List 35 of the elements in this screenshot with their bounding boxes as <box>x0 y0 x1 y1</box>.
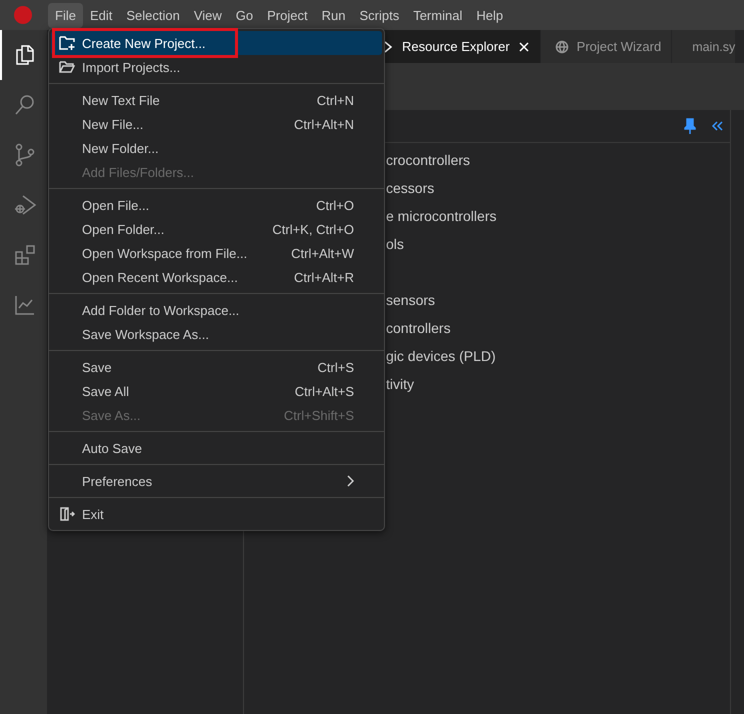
menu-bar-item[interactable]: Project <box>260 2 315 28</box>
menu-item[interactable]: New Folder... <box>51 136 382 160</box>
tree-item[interactable]: cessors <box>386 174 434 202</box>
menu-item[interactable]: Exit <box>51 502 382 526</box>
menu-item[interactable]: Preferences <box>51 469 382 493</box>
menu-bar-item[interactable]: View <box>186 2 229 28</box>
menu-item[interactable]: Save Ctrl+S <box>51 355 382 379</box>
menu-bar-item[interactable]: Terminal <box>406 2 470 28</box>
tree-item[interactable]: gic devices (PLD) <box>386 342 496 370</box>
menu-bar-item[interactable]: Scripts <box>352 2 406 28</box>
menu-bar-item[interactable]: Run <box>314 2 352 28</box>
menu-item[interactable]: Open Folder... Ctrl+K, Ctrl+O <box>51 217 382 241</box>
menu-item[interactable]: New Text File Ctrl+N <box>51 88 382 112</box>
menu-item[interactable]: Save Workspace As... <box>51 322 382 346</box>
tree-item[interactable]: controllers <box>386 314 451 342</box>
editor-tab[interactable]: Project Wizard <box>540 30 672 63</box>
menu-item[interactable]: Open Workspace from File... Ctrl+Alt+W <box>51 241 382 265</box>
tree-item[interactable]: e microcontrollers <box>386 202 496 230</box>
menu-bar-item[interactable]: Go <box>228 2 260 28</box>
menu-bar-item[interactable]: Selection <box>119 2 187 28</box>
menu-item[interactable]: Open File... Ctrl+O <box>51 193 382 217</box>
menu-item[interactable]: Auto Save <box>51 436 382 460</box>
menu-item[interactable]: Create New Project... <box>51 31 382 55</box>
tree-item[interactable]: crocontrollers <box>386 146 470 174</box>
menu-bar-item[interactable]: Help <box>469 2 510 28</box>
menu-bar-item[interactable]: File <box>48 2 83 28</box>
menu-item[interactable]: Add Folder to Workspace... <box>51 298 382 322</box>
tree-item[interactable]: sensors <box>386 258 436 314</box>
menu-item[interactable]: New File... Ctrl+Alt+N <box>51 112 382 136</box>
editor-tab[interactable]: main.sy <box>672 30 736 63</box>
menu-item[interactable]: Open Recent Workspace... Ctrl+Alt+R <box>51 265 382 289</box>
menu-bar-item[interactable]: Edit <box>82 2 120 28</box>
tree-item[interactable]: tivity <box>386 370 414 398</box>
menu-item[interactable]: Save All Ctrl+Alt+S <box>51 379 382 403</box>
tree-item[interactable]: ols <box>386 230 404 258</box>
